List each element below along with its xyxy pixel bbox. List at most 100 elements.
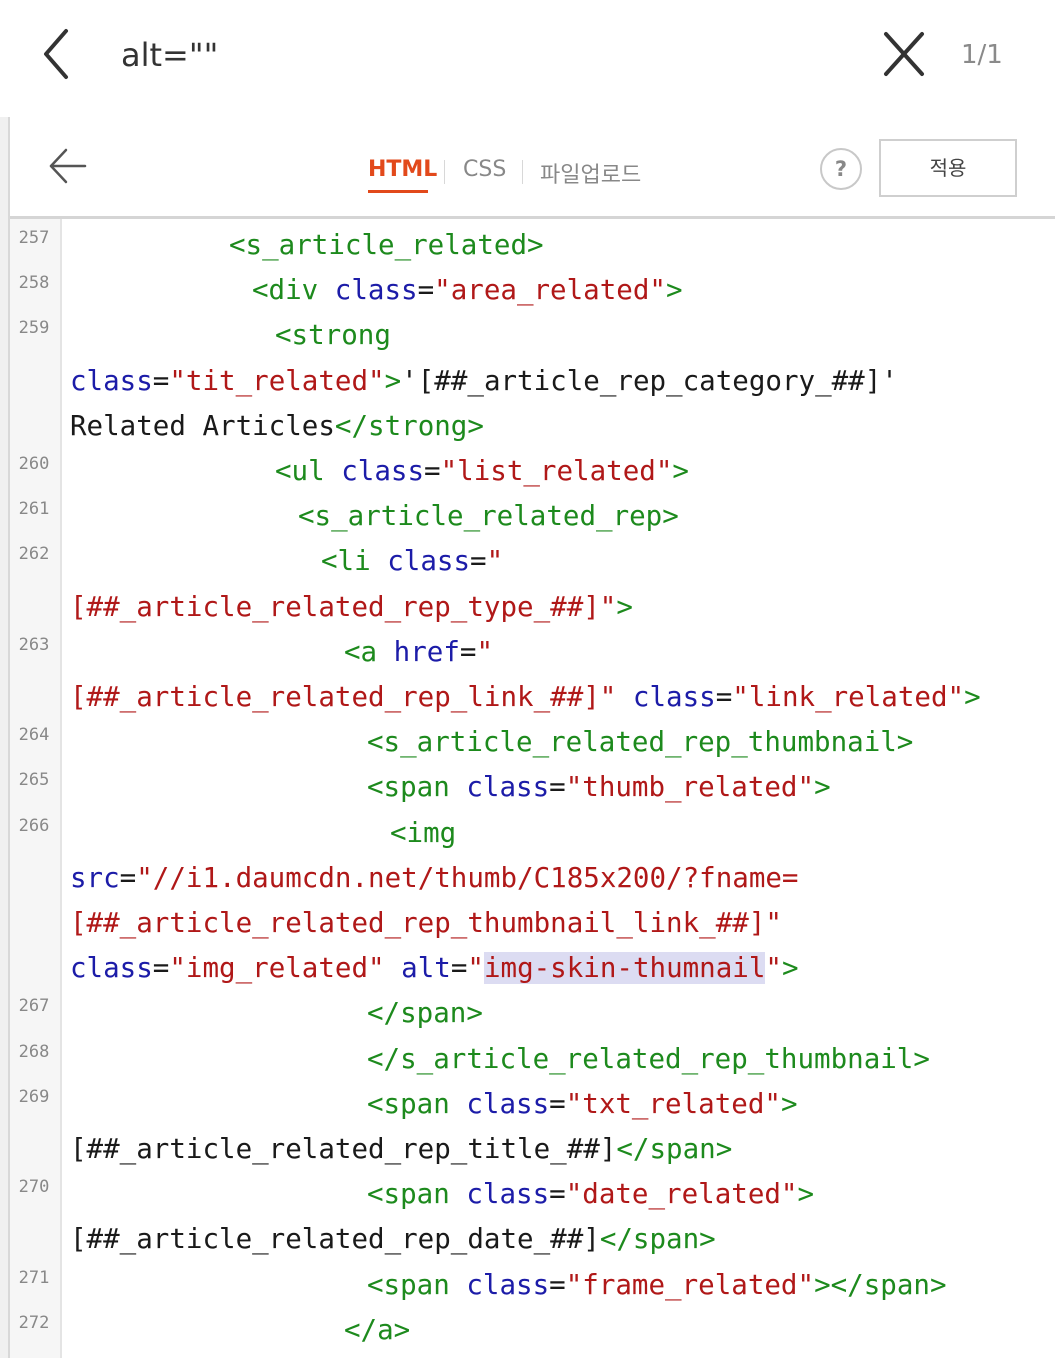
code-token: [##_article_related_rep_type_##]": [70, 590, 617, 623]
code-token: >: [616, 590, 633, 623]
code-token: [##_article_related_rep_thumbnail_link_#…: [70, 907, 782, 939]
code-token: class: [466, 1268, 550, 1301]
code-token: ": [486, 545, 504, 578]
code-token: =: [417, 274, 435, 307]
code-token: href: [393, 635, 460, 668]
line-number: 262: [18, 544, 50, 565]
tab-file-upload[interactable]: 파일업로드: [540, 157, 641, 189]
code-token: [##_article_related_rep_date_##]: [70, 1223, 600, 1256]
code-token: alt: [401, 952, 451, 985]
line-number: 270: [18, 1177, 50, 1198]
code-token: =: [549, 1268, 566, 1301]
tab-css[interactable]: CSS: [463, 157, 506, 182]
code-token: class: [334, 274, 418, 307]
code-token: =: [450, 952, 468, 985]
code-token: class: [341, 455, 425, 487]
code-line: <s_article_related_rep_thumbnail>: [367, 720, 913, 765]
code-token: src: [70, 861, 120, 894]
tab-html[interactable]: HTML: [368, 157, 437, 182]
line-number: 260: [18, 454, 50, 474]
code-line: class="img_related" alt="img-skin-thumna…: [70, 946, 799, 991]
active-tab-indicator: [368, 190, 428, 193]
tab-divider: [444, 160, 445, 184]
code-token: ></span>: [814, 1268, 947, 1301]
code-line: class="tit_related">'[##_article_rep_cat…: [70, 359, 898, 404]
left-edge-strip: [0, 117, 10, 1358]
code-token: <strong: [275, 319, 391, 352]
code-line: <li class=": [321, 539, 503, 584]
code-token: <img: [390, 816, 457, 849]
code-token: "thumb_related": [565, 771, 815, 804]
code-line: </span>: [367, 991, 483, 1036]
help-button[interactable]: ?: [820, 148, 862, 190]
tab-divider: [522, 160, 523, 184]
code-line: [##_article_related_rep_link_##]" class=…: [70, 675, 981, 720]
code-token: "area_related": [434, 274, 666, 307]
line-number: 264: [18, 725, 50, 746]
line-number: 271: [18, 1267, 50, 1288]
code-token: >: [780, 1087, 798, 1120]
code-line: [##_article_related_rep_title_##]</span>: [70, 1127, 732, 1172]
chevron-left-icon[interactable]: [36, 26, 80, 82]
code-token: <a: [344, 635, 394, 668]
code-token: class: [70, 364, 153, 397]
code-token: =: [459, 635, 477, 668]
code-token: </span>: [599, 1223, 716, 1256]
code-line: <span class="frame_related"></span>: [367, 1263, 947, 1308]
code-line: <a href=": [344, 630, 493, 675]
line-number: 265: [18, 770, 50, 791]
code-token: class: [466, 1178, 550, 1211]
code-line: <strong: [275, 313, 391, 358]
line-number: 267: [18, 996, 50, 1017]
code-token: >: [665, 274, 683, 307]
code-token: =: [549, 771, 566, 804]
code-token: class: [466, 1087, 550, 1120]
line-number: 263: [18, 634, 50, 655]
code-token: </strong>: [334, 409, 484, 442]
code-token: =: [549, 1087, 566, 1120]
code-token: "link_related": [732, 681, 965, 713]
code-line: [##_article_related_rep_type_##]">: [70, 585, 633, 630]
code-line: <ul class="list_related">: [275, 449, 689, 494]
code-editor[interactable]: 257 258 259 260 261 262 263 264 265 266 267 268 269 2…: [10, 219, 1055, 1358]
line-number: 268: [18, 1041, 50, 1062]
code-line: <span class="thumb_related">: [367, 765, 831, 810]
arrow-left-icon[interactable]: [48, 147, 88, 185]
find-input[interactable]: alt="": [121, 36, 218, 74]
code-token: </s_article_related_rep_thumbnail>: [367, 1042, 930, 1075]
code-token: <li: [321, 545, 388, 578]
code-token: <span: [367, 771, 467, 804]
code-token: "list_related": [440, 455, 673, 487]
code-token: </span>: [367, 997, 483, 1030]
code-token: =: [424, 455, 441, 487]
code-token: [##_article_related_rep_title_##]: [70, 1133, 617, 1165]
code-token: =: [119, 861, 137, 894]
find-bar: alt="" 1/1: [0, 0, 1055, 118]
code-line: <span class="date_related">: [367, 1172, 814, 1217]
code-token: >: [814, 771, 831, 804]
code-token: "//i1.daumcdn.net/thumb/C185x200/?fname=: [136, 861, 799, 894]
editor-toolbar: HTML CSS 파일업로드 ? 적용: [10, 117, 1055, 219]
code-token: <ul: [275, 455, 342, 487]
code-line: [##_article_related_rep_date_##]</span>: [70, 1217, 716, 1262]
code-token: <span: [367, 1268, 467, 1301]
match-count: 1/1: [961, 40, 1003, 70]
code-line: </s_article_related_rep_thumbnail>: [367, 1037, 930, 1082]
line-number: 269: [18, 1086, 50, 1107]
code-token: >: [384, 364, 402, 397]
code-token: class: [70, 952, 153, 985]
apply-button[interactable]: 적용: [879, 139, 1017, 197]
code-token: Related Articles: [70, 409, 335, 442]
code-token: [##_article_related_rep_link_##]": [70, 681, 633, 713]
code-token: class: [466, 771, 550, 804]
code-line: <span class="txt_related">: [367, 1082, 798, 1127]
code-token: "txt_related": [565, 1087, 781, 1120]
code-line: </a>: [344, 1308, 410, 1353]
code-token: ": [765, 952, 782, 985]
code-token: <span: [367, 1178, 467, 1211]
code-token: >: [964, 681, 981, 713]
code-token: =: [152, 364, 170, 397]
close-icon[interactable]: [880, 28, 928, 80]
code-token: "img_related": [169, 952, 402, 985]
code-token: "tit_related": [169, 364, 385, 397]
